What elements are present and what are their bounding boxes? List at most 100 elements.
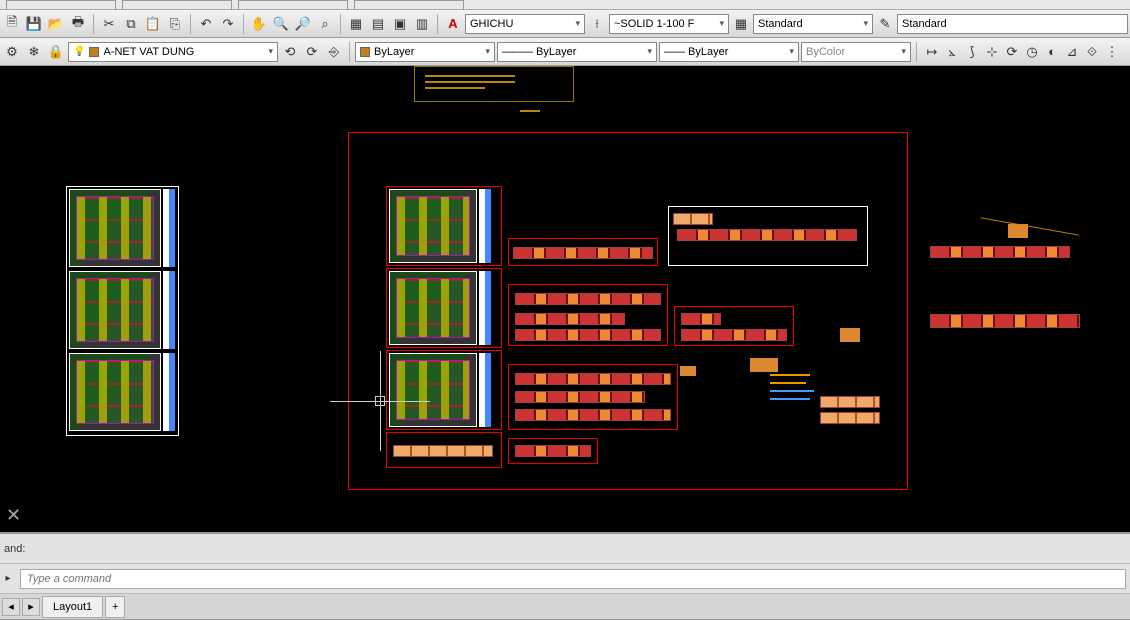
refresh-icon[interactable]: ⟳ bbox=[1002, 42, 1022, 62]
angle-icon[interactable]: ⦛ bbox=[942, 42, 962, 62]
plotstyle-value: ByColor bbox=[806, 46, 845, 58]
layer-name: A-NET VAT DUNG bbox=[103, 46, 194, 58]
add-layout-tab[interactable]: + bbox=[105, 596, 125, 618]
detail-strip bbox=[515, 391, 645, 403]
paste-icon[interactable]: 📋 bbox=[143, 14, 163, 34]
legend-strip bbox=[479, 189, 491, 263]
coords-icon[interactable]: ⊹ bbox=[982, 42, 1002, 62]
detail-strip bbox=[930, 246, 1070, 258]
nav-tools: ↦ ⦛ ⟆ ⊹ ⟳ ◷ ◐ ⊿ ⟐ ⋮ bbox=[922, 42, 1122, 62]
lineweight-preview: —— bbox=[664, 46, 684, 58]
lineweight-dropdown[interactable]: —— ByLayer ▾ bbox=[659, 42, 799, 62]
text-style-icon[interactable]: A bbox=[443, 14, 463, 34]
layer-lock-icon[interactable]: 🔒 bbox=[46, 42, 66, 62]
linetype-preview: ——— bbox=[502, 46, 532, 58]
layer-match-icon[interactable]: ⟳ bbox=[302, 42, 322, 62]
mleader-style-value: Standard bbox=[902, 18, 947, 30]
line bbox=[425, 87, 485, 89]
table-style-dropdown[interactable]: Standard ▾ bbox=[753, 14, 873, 34]
save-icon[interactable]: 💾 bbox=[24, 14, 44, 34]
sheet-frame bbox=[386, 350, 502, 430]
layer-dropdown[interactable]: 💡 A-NET VAT DUNG ▾ bbox=[68, 42, 278, 62]
layer-iso-icon[interactable]: ⎆ bbox=[324, 42, 344, 62]
scale-icon[interactable]: ⟐ bbox=[1082, 42, 1102, 62]
measure-icon[interactable]: ↦ bbox=[922, 42, 942, 62]
command-chevron-icon[interactable]: ▸ bbox=[0, 569, 16, 589]
line bbox=[770, 390, 814, 392]
detail-strip bbox=[673, 213, 713, 225]
dim-tool-icon[interactable]: ⊿ bbox=[1062, 42, 1082, 62]
undo-icon[interactable]: ↶ bbox=[196, 14, 216, 34]
title-block bbox=[414, 66, 574, 102]
separator bbox=[93, 14, 94, 34]
bulb-icon: 💡 bbox=[73, 46, 85, 57]
doc-tab[interactable] bbox=[354, 0, 464, 10]
separator bbox=[243, 14, 244, 34]
floor-plan bbox=[69, 189, 161, 267]
layout-icon[interactable]: ▣ bbox=[390, 14, 410, 34]
zoom-ext-icon[interactable]: ⌕ bbox=[315, 14, 335, 34]
model-space[interactable]: ✕ bbox=[0, 66, 1130, 532]
detail-strip bbox=[515, 445, 591, 457]
more-icon[interactable]: ⋮ bbox=[1102, 42, 1122, 62]
toolbar-standard: 🗎 💾 📂 🖶 ✂ ⧉ 📋 ⎘ ↶ ↷ ✋ 🔍 🔎 ⌕ ▦ ▤ ▣ ▥ A GH… bbox=[0, 10, 1130, 38]
color-value: ByLayer bbox=[374, 46, 414, 58]
layer-prev-icon[interactable]: ⟲ bbox=[280, 42, 300, 62]
mleader-style-dropdown[interactable]: Standard bbox=[897, 14, 1128, 34]
layout-tab[interactable]: Layout1 bbox=[42, 596, 103, 618]
arc-icon[interactable]: ⟆ bbox=[962, 42, 982, 62]
align-icon[interactable]: ◐ bbox=[1042, 42, 1062, 62]
legend-strip bbox=[163, 271, 175, 349]
command-input[interactable] bbox=[20, 569, 1126, 589]
line bbox=[770, 382, 806, 384]
plotstyle-dropdown[interactable]: ByColor ▾ bbox=[801, 42, 911, 62]
chevron-down-icon: ▾ bbox=[719, 18, 724, 29]
separator bbox=[349, 42, 350, 62]
dim-icon[interactable]: ⟊ bbox=[587, 14, 607, 34]
dim-style-dropdown[interactable]: ~SOLID 1-100 F ▾ bbox=[609, 14, 729, 34]
floor-plan bbox=[389, 271, 477, 345]
mleader-icon[interactable]: ✎ bbox=[875, 14, 895, 34]
text-style-dropdown[interactable]: GHICHU ▾ bbox=[465, 14, 585, 34]
grid-icon[interactable]: ▤ bbox=[368, 14, 388, 34]
sheet-frame bbox=[386, 186, 502, 266]
detail-frame bbox=[508, 364, 678, 430]
print-icon[interactable]: 🖶 bbox=[68, 14, 88, 34]
lineweight-value: ByLayer bbox=[688, 46, 728, 58]
pan-icon[interactable]: ✋ bbox=[249, 14, 269, 34]
layer-state-icon[interactable]: ⚙ bbox=[2, 42, 22, 62]
close-icon[interactable]: ✕ bbox=[6, 505, 21, 526]
prop-icon[interactable]: ▥ bbox=[412, 14, 432, 34]
floor-plan bbox=[389, 353, 477, 427]
viewport-icon[interactable]: ▦ bbox=[346, 14, 366, 34]
detail-strip bbox=[513, 247, 653, 259]
linetype-dropdown[interactable]: ——— ByLayer ▾ bbox=[497, 42, 657, 62]
zoom-window-icon[interactable]: 🔍 bbox=[271, 14, 291, 34]
table-icon[interactable]: ▦ bbox=[731, 14, 751, 34]
command-input-row: ▸ bbox=[0, 564, 1130, 594]
open-icon[interactable]: 📂 bbox=[46, 14, 66, 34]
doc-tab[interactable] bbox=[238, 0, 348, 10]
detail-block bbox=[840, 328, 860, 342]
detail-strip bbox=[515, 329, 661, 341]
linetype-value: ByLayer bbox=[536, 46, 576, 58]
redo-icon[interactable]: ↷ bbox=[218, 14, 238, 34]
detail-strip bbox=[515, 373, 671, 385]
layer-freeze-icon[interactable]: ❄ bbox=[24, 42, 44, 62]
match-icon[interactable]: ⎘ bbox=[165, 14, 185, 34]
rotate-icon[interactable]: ◷ bbox=[1022, 42, 1042, 62]
zoom-icon[interactable]: 🔎 bbox=[293, 14, 313, 34]
tab-next-icon[interactable]: ▸ bbox=[22, 598, 40, 616]
new-icon[interactable]: 🗎 bbox=[2, 14, 22, 34]
doc-tab[interactable] bbox=[122, 0, 232, 10]
tab-prev-icon[interactable]: ◂ bbox=[2, 598, 20, 616]
chevron-down-icon: ▾ bbox=[485, 46, 490, 57]
separator bbox=[340, 14, 341, 34]
floor-plan bbox=[69, 353, 161, 431]
color-dropdown[interactable]: ByLayer ▾ bbox=[355, 42, 495, 62]
detail-strip bbox=[515, 409, 671, 421]
cut-icon[interactable]: ✂ bbox=[99, 14, 119, 34]
doc-tab[interactable] bbox=[6, 0, 116, 10]
copy-icon[interactable]: ⧉ bbox=[121, 14, 141, 34]
detail-strip bbox=[681, 313, 721, 325]
